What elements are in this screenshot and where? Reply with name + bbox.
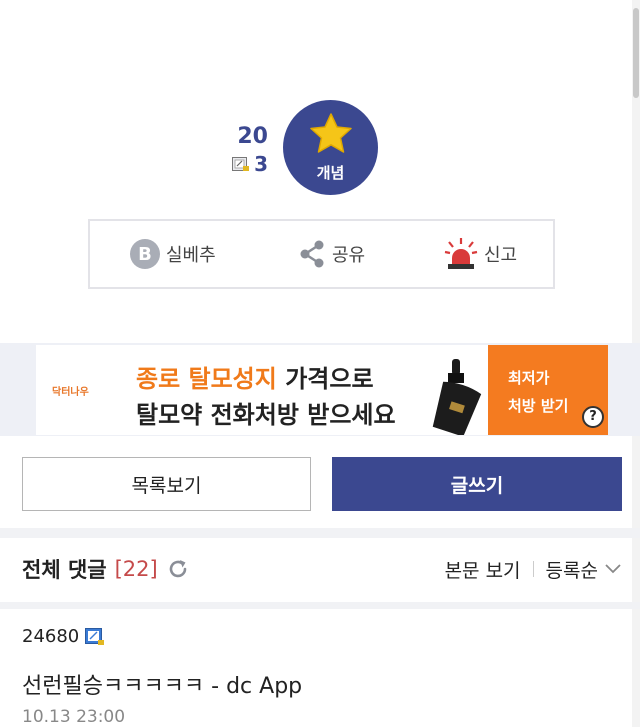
sort-label: 등록순 — [545, 559, 598, 582]
ad-headline: 종로 탈모성지 가격으로 — [136, 359, 374, 394]
best-recommend-label: 실베추 — [166, 245, 216, 266]
comment-header: 전체 댓글 [22] — [22, 552, 190, 586]
best-recommend-button[interactable]: B 실베추 — [130, 221, 216, 287]
share-label: 공유 — [332, 245, 366, 266]
star-icon — [310, 113, 352, 153]
refresh-icon[interactable] — [166, 557, 190, 581]
fixed-nick-icon — [232, 157, 250, 171]
ad-logo: 닥터나우 — [52, 387, 89, 398]
comment-title: 전체 댓글 — [22, 558, 107, 582]
share-icon — [300, 240, 324, 268]
report-label: 신고 — [484, 245, 518, 266]
comment-divider — [0, 602, 640, 609]
list-button[interactable]: 목록보기 — [22, 457, 311, 511]
sort-select[interactable]: 등록순 — [546, 556, 622, 583]
ad-banner[interactable]: 닥터나우 종로 탈모성지 가격으로 탈모약 전화처방 받으세요 최저가 처방 받… — [36, 345, 608, 435]
comment-author[interactable]: 24680 — [22, 626, 105, 647]
ad-subline: 탈모약 전화처방 받으세요 — [136, 401, 396, 429]
recommend-counts: 20 3 — [222, 124, 268, 176]
fixed-recommend-count: 3 — [254, 152, 268, 176]
comment-text: 선런필승ㅋㅋㅋㅋㅋ - dc App — [22, 674, 303, 699]
ad-cta-line2: 처방 받기 — [508, 397, 569, 415]
dropper-bottle-image — [432, 359, 482, 435]
fixed-recommend: 3 — [222, 152, 268, 176]
ad-cta-line1: 최저가 — [508, 369, 550, 387]
share-button[interactable]: 공유 — [298, 221, 365, 287]
fixed-nick-icon — [85, 627, 105, 645]
ad-headline-rest: 가격으로 — [276, 365, 374, 393]
options-divider — [532, 561, 534, 577]
section-divider — [0, 528, 640, 538]
ad-info-icon[interactable]: ? — [582, 406, 604, 428]
view-body-button[interactable]: 본문 보기 — [445, 556, 521, 583]
comment-author-name: 24680 — [22, 626, 80, 647]
ad-headline-highlight: 종로 탈모성지 — [136, 365, 277, 393]
recommend-count: 20 — [237, 124, 268, 149]
concept-button[interactable]: 개념 — [283, 100, 378, 195]
b-badge-icon: B — [130, 239, 160, 269]
siren-icon — [444, 238, 478, 269]
chevron-down-icon — [605, 564, 621, 574]
comment-count: [22] — [114, 557, 158, 581]
comment-options: 본문 보기 등록순 — [445, 552, 622, 586]
report-button[interactable]: 신고 — [444, 221, 517, 287]
concept-label: 개념 — [316, 164, 345, 182]
write-button[interactable]: 글쓰기 — [332, 457, 622, 511]
comment-time: 10.13 23:00 — [22, 707, 126, 727]
scrollbar-thumb[interactable] — [633, 8, 639, 98]
post-action-bar: B 실베추 공유 신고 — [88, 219, 555, 289]
